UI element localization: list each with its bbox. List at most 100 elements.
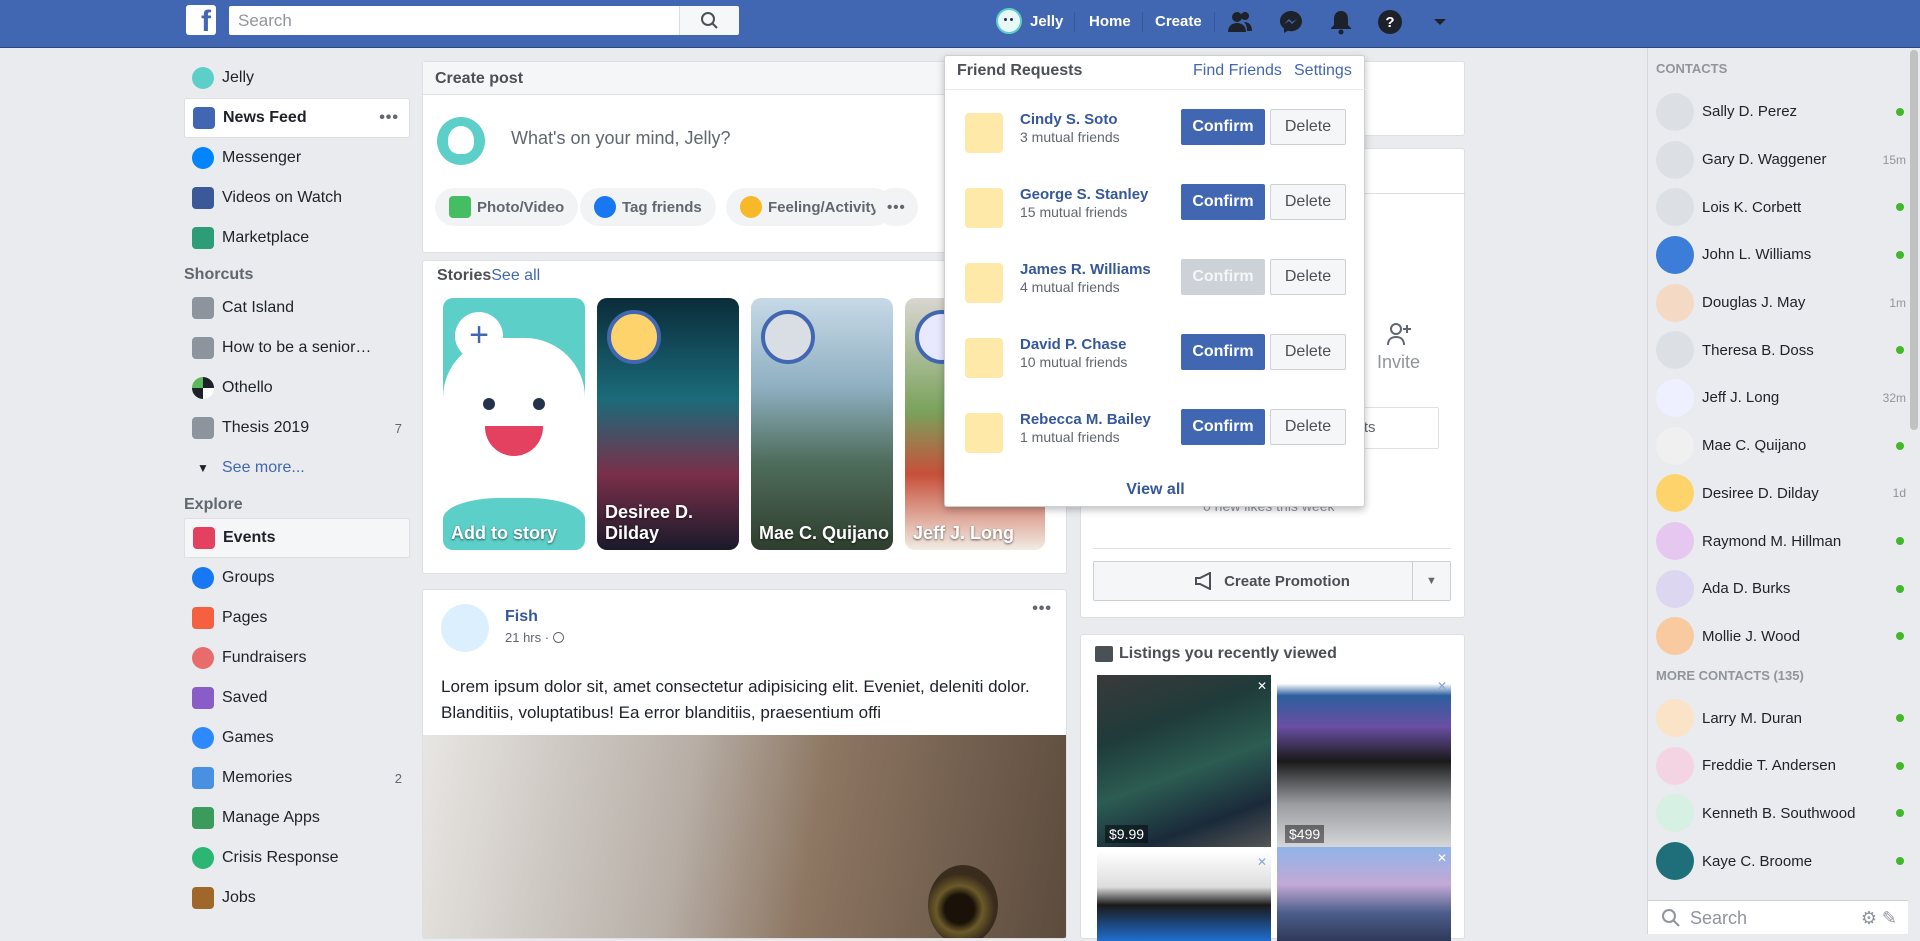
- mutual-friends[interactable]: 15 mutual friends: [1020, 204, 1127, 220]
- contact-item[interactable]: Freddie T. Andersen: [1648, 742, 1920, 790]
- see-all-link[interactable]: See all: [491, 267, 540, 284]
- requester-avatar[interactable]: [965, 263, 1003, 303]
- sidebar-item-games[interactable]: Games: [184, 718, 410, 758]
- sidebar-item-manage-apps[interactable]: Manage Apps: [184, 798, 410, 838]
- messenger-icon[interactable]: [1277, 8, 1305, 36]
- post-author[interactable]: Fish: [505, 608, 538, 626]
- sidebar-item-watch[interactable]: Videos on Watch: [184, 178, 410, 218]
- see-more-link[interactable]: ▼ See more...: [184, 448, 410, 488]
- create-link[interactable]: Create: [1155, 13, 1202, 30]
- tag-friends-button[interactable]: Tag friends: [580, 188, 716, 226]
- listing-shirt[interactable]: ✕ $9.99: [1097, 675, 1271, 847]
- delete-button[interactable]: Delete: [1270, 109, 1346, 145]
- gear-icon[interactable]: ⚙: [1861, 908, 1877, 929]
- search-input[interactable]: Search: [229, 6, 679, 35]
- author-avatar[interactable]: [441, 604, 489, 652]
- delete-button[interactable]: Delete: [1270, 259, 1346, 295]
- close-icon[interactable]: ✕: [1257, 679, 1267, 693]
- account-menu-icon[interactable]: [1426, 8, 1454, 36]
- requester-name[interactable]: James R. Williams: [1020, 261, 1151, 278]
- post-timestamp[interactable]: 21 hrs ·: [505, 630, 564, 645]
- invite-button[interactable]: Invite: [1377, 321, 1420, 373]
- notifications-icon[interactable]: [1327, 8, 1355, 36]
- chevron-down-icon[interactable]: ▼: [1412, 562, 1450, 600]
- mutual-friends[interactable]: 4 mutual friends: [1020, 279, 1120, 295]
- contact-item[interactable]: John L. Williams: [1648, 231, 1920, 279]
- scrollbar[interactable]: [1908, 48, 1920, 934]
- listing-laptop[interactable]: ✕ $499: [1277, 675, 1451, 847]
- contact-item[interactable]: Theresa B. Doss: [1648, 326, 1920, 374]
- requester-name[interactable]: David P. Chase: [1020, 336, 1126, 353]
- sidebar-item-groups[interactable]: Groups: [184, 558, 410, 598]
- contact-item[interactable]: Kaye C. Broome: [1648, 837, 1920, 885]
- delete-button[interactable]: Delete: [1270, 409, 1346, 445]
- sidebar-item-marketplace[interactable]: Marketplace: [184, 218, 410, 258]
- facebook-logo[interactable]: f: [186, 5, 216, 35]
- requester-avatar[interactable]: [965, 113, 1003, 153]
- help-icon[interactable]: ?: [1376, 8, 1404, 36]
- contact-item[interactable]: Ada D. Burks: [1648, 565, 1920, 613]
- delete-button[interactable]: Delete: [1270, 334, 1346, 370]
- contact-item[interactable]: Jeff J. Long 32m: [1648, 374, 1920, 422]
- sidebar-item-othello[interactable]: Othello: [184, 368, 410, 408]
- story-mae[interactable]: Mae C. Quijano: [751, 298, 893, 550]
- delete-button[interactable]: Delete: [1270, 184, 1346, 220]
- contacts-search-input[interactable]: Search ⚙ ✎: [1648, 900, 1920, 934]
- contact-item[interactable]: Douglas J. May 1m: [1648, 279, 1920, 327]
- find-friends-link[interactable]: Find Friends: [1193, 62, 1282, 80]
- listing-house[interactable]: ✕: [1277, 847, 1451, 941]
- post-image[interactable]: [423, 735, 1066, 938]
- confirm-button[interactable]: Confirm: [1181, 409, 1265, 445]
- sidebar-item-thesis[interactable]: Thesis 2019 7: [184, 408, 410, 448]
- listing-mouse[interactable]: ✕: [1097, 851, 1271, 941]
- contact-item[interactable]: Mae C. Quijano: [1648, 422, 1920, 470]
- view-all-link[interactable]: View all: [945, 481, 1366, 499]
- friend-requests-icon[interactable]: [1226, 8, 1254, 36]
- close-icon[interactable]: ✕: [1257, 855, 1267, 869]
- sidebar-item-crisis-response[interactable]: Crisis Response: [184, 838, 410, 878]
- contact-item[interactable]: Kenneth B. Southwood: [1648, 790, 1920, 838]
- story-desiree[interactable]: Desiree D. Dilday: [597, 298, 739, 550]
- contact-item[interactable]: Raymond M. Hillman: [1648, 517, 1920, 565]
- confirm-button[interactable]: Confirm: [1181, 259, 1265, 295]
- sidebar-item-pages[interactable]: Pages: [184, 598, 410, 638]
- photo-video-button[interactable]: Photo/Video: [435, 188, 579, 226]
- mutual-friends[interactable]: 1 mutual friends: [1020, 429, 1120, 445]
- add-to-story[interactable]: + Add to story: [443, 298, 585, 550]
- home-link[interactable]: Home: [1089, 13, 1131, 30]
- sidebar-item-cat-island[interactable]: Cat Island: [184, 288, 410, 328]
- settings-link[interactable]: Settings: [1294, 62, 1352, 80]
- more-options-icon[interactable]: •••: [379, 109, 399, 127]
- requester-avatar[interactable]: [965, 338, 1003, 378]
- sidebar-item-fundraisers[interactable]: Fundraisers: [184, 638, 410, 678]
- create-promotion-button[interactable]: Create Promotion ▼: [1093, 561, 1451, 601]
- search-button[interactable]: [679, 6, 739, 35]
- feeling-activity-button[interactable]: Feeling/Activity: [726, 188, 893, 226]
- requester-name[interactable]: Cindy S. Soto: [1020, 111, 1118, 128]
- profile-link[interactable]: Jelly: [996, 8, 1063, 34]
- contact-item[interactable]: Gary D. Waggener 15m: [1648, 136, 1920, 184]
- sidebar-profile[interactable]: Jelly: [184, 58, 410, 98]
- more-options-icon[interactable]: •••: [1032, 600, 1052, 618]
- compose-icon[interactable]: ✎: [1882, 908, 1897, 929]
- contact-item[interactable]: Larry M. Duran: [1648, 694, 1920, 742]
- contact-item[interactable]: Lois K. Corbett: [1648, 183, 1920, 231]
- requester-name[interactable]: George S. Stanley: [1020, 186, 1148, 203]
- confirm-button[interactable]: Confirm: [1181, 184, 1265, 220]
- mutual-friends[interactable]: 3 mutual friends: [1020, 129, 1120, 145]
- contact-item[interactable]: Mollie J. Wood: [1648, 613, 1920, 661]
- confirm-button[interactable]: Confirm: [1181, 334, 1265, 370]
- requester-avatar[interactable]: [965, 188, 1003, 228]
- sidebar-item-jobs[interactable]: Jobs: [184, 878, 410, 918]
- sidebar-item-events[interactable]: Events: [184, 518, 410, 558]
- sidebar-item-senior[interactable]: How to be a senior…: [184, 328, 410, 368]
- confirm-button[interactable]: Confirm: [1181, 109, 1265, 145]
- close-icon[interactable]: ✕: [1437, 679, 1447, 693]
- contact-item[interactable]: Sally D. Perez: [1648, 88, 1920, 136]
- requester-avatar[interactable]: [965, 413, 1003, 453]
- close-icon[interactable]: ✕: [1437, 851, 1447, 865]
- mutual-friends[interactable]: 10 mutual friends: [1020, 354, 1127, 370]
- post-input[interactable]: What's on your mind, Jelly?: [511, 128, 731, 149]
- sidebar-item-saved[interactable]: Saved: [184, 678, 410, 718]
- sidebar-item-messenger[interactable]: Messenger: [184, 138, 410, 178]
